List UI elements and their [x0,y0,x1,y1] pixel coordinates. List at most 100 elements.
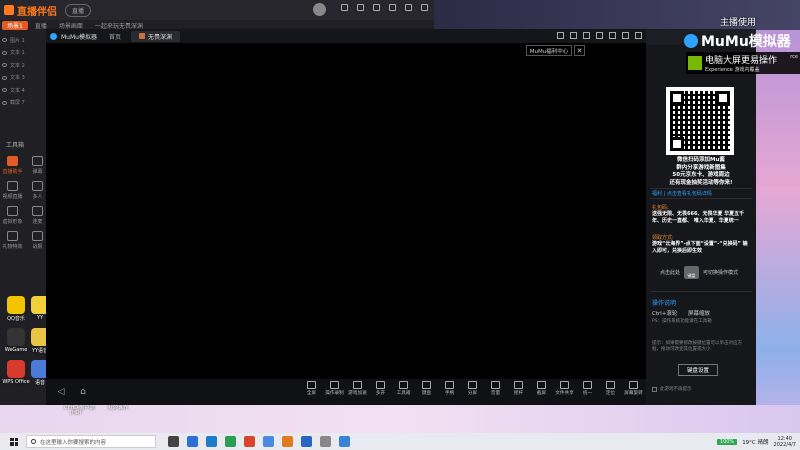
qr-finder [670,91,684,105]
bottom-tools: 全屏 操作录制 游戏加速 多开 工具箱 键盘 手柄 分屏 音量 摇杆 截屏 文件… [301,381,644,396]
divider [650,188,752,189]
qr-finder [716,91,730,105]
welfare-close-button[interactable]: ✕ [574,45,585,56]
taskbar-apps [168,436,350,447]
maximize-icon[interactable] [405,4,412,11]
game-tab[interactable]: 无畏深渊 [130,30,180,42]
taskbar-search[interactable]: 在这里输入你要搜索的内容 [26,435,156,448]
tool-joystick[interactable]: 摇杆 [508,381,529,396]
avatar[interactable] [313,3,326,16]
keyboard-mode-button[interactable]: 键盘 [684,266,700,279]
taskbar-app-icon[interactable] [244,436,255,447]
eye-icon[interactable] [2,38,7,43]
tool-screenshot[interactable]: 截屏 [531,381,552,396]
message-icon[interactable] [341,4,348,11]
taskbar-app-icon[interactable] [225,436,236,447]
tool-record[interactable]: 操作录制 [324,381,345,396]
desktop-icon-wegame[interactable]: WeGame [2,328,30,354]
keyboard-settings-button[interactable]: 键盘设置 [678,364,718,376]
toolbox-icon [399,381,408,389]
home-icon[interactable]: ⌂ [76,385,90,399]
welfare-center-button[interactable]: MuMu福利中心 [526,45,572,56]
instructions-title: 操作说明 [652,300,677,307]
mumu-taskbar-icon[interactable] [339,436,350,447]
tool-volume[interactable]: 音量 [485,381,506,396]
desktop-label-minecraft[interactable]: 我的世界 [108,404,128,411]
taskbar-app-icon[interactable] [301,436,312,447]
eye-icon[interactable] [2,88,7,93]
tool-keyboard[interactable]: 键盘 [416,381,437,396]
minimize-icon[interactable] [622,32,629,39]
scene-item[interactable]: 文本 2 [0,59,45,72]
mumu-titlebar: MuMu模拟器 首页 无畏深渊 [46,29,646,43]
tool-location[interactable]: 定位 [600,381,621,396]
home-tab[interactable]: 首页 [109,32,121,41]
tool-multi-open[interactable]: 多开 [370,381,391,396]
gift-code-heading: 礼包码: [652,205,669,211]
tool-split[interactable]: 分屏 [462,381,483,396]
eye-icon[interactable] [2,100,7,105]
scene-list: 图片 1 文本 1 文本 2 文本 3 文本 4 截屏 7 [0,34,45,109]
checkbox-icon[interactable] [652,386,657,392]
back-icon[interactable]: ◁ [54,385,68,399]
scene-item[interactable]: 文本 1 [0,47,45,60]
scene-item[interactable]: 截屏 7 [0,97,45,110]
tool-gamepad[interactable]: 手柄 [439,381,460,396]
video-icon [7,181,18,191]
dont-show-again[interactable]: 此游戏不再提示 [652,386,692,392]
close-icon[interactable] [635,32,642,39]
tool-rotate[interactable]: 屏幕旋转 [623,381,644,396]
task-view-icon[interactable] [168,436,179,447]
stream-app-taskbar-icon[interactable] [282,436,293,447]
taskbar-app-icon[interactable] [263,436,274,447]
eye-icon[interactable] [2,63,7,68]
eye-icon[interactable] [2,75,7,80]
tool-stream-assistant[interactable]: 直播助手 [0,156,25,175]
settings-icon[interactable] [357,4,364,11]
tool-video-live[interactable]: 视频直播 [0,181,25,200]
tool-toolbox[interactable]: 工具箱 [393,381,414,396]
start-button[interactable] [10,437,18,446]
user-icon[interactable] [583,32,590,39]
fullscreen-icon[interactable] [609,32,616,39]
nvidia-banner-title: 电脑大屏更易操作 [705,56,778,66]
stream-logo-icon [4,5,14,15]
gamepad-icon [445,381,454,389]
scene-item[interactable]: 文本 4 [0,84,45,97]
taskbar-app-icon[interactable] [187,436,198,447]
close-icon[interactable] [421,4,428,11]
keyboard-icon [422,381,431,389]
desktop-icon-wps[interactable]: WPS Office [2,360,30,386]
taskbar-app-icon[interactable] [320,436,331,447]
tool-gift-effects[interactable]: 礼物特效 [0,231,25,250]
weather-widget[interactable]: 19°C 晴朗 [742,438,768,446]
notification-icon[interactable] [570,32,577,39]
tool-file-share[interactable]: 文件共享 [554,381,575,396]
minimize-icon[interactable] [389,4,396,11]
live-pill[interactable]: 直播 [65,3,92,17]
tool-sync[interactable]: 统一 [577,381,598,396]
tool-accelerate[interactable]: 游戏加速 [347,381,368,396]
menu-icon[interactable] [596,32,603,39]
gift-icon[interactable] [557,32,564,39]
qr-code [666,87,734,155]
clock[interactable]: 12:40 2022/4/7 [774,436,796,448]
report-icon [32,231,43,241]
desktop-icon-qqmusic[interactable]: QQ音乐 [2,296,30,322]
divider [650,198,752,199]
tab-scene1[interactable]: 场景1 [2,21,28,30]
eye-icon[interactable] [2,50,7,55]
scene-item[interactable]: 文本 3 [0,72,45,85]
battery-indicator[interactable]: 100% [716,438,738,445]
scene-item[interactable]: 图片 1 [0,34,45,47]
wps-icon [7,360,25,378]
danmaku-icon [32,156,43,166]
edge-icon[interactable] [206,436,217,447]
stream-titlebar: 直播伴侣 直播 [0,0,434,20]
menu-icon[interactable] [373,4,380,11]
welfare-link[interactable]: 福利 | 点击查看礼包码详情 [652,190,712,197]
assistant-icon [7,156,18,166]
tool-avatar[interactable]: 虚拟形象 [0,206,25,225]
tool-fullscreen[interactable]: 全屏 [301,381,322,396]
volume-icon [491,381,500,389]
